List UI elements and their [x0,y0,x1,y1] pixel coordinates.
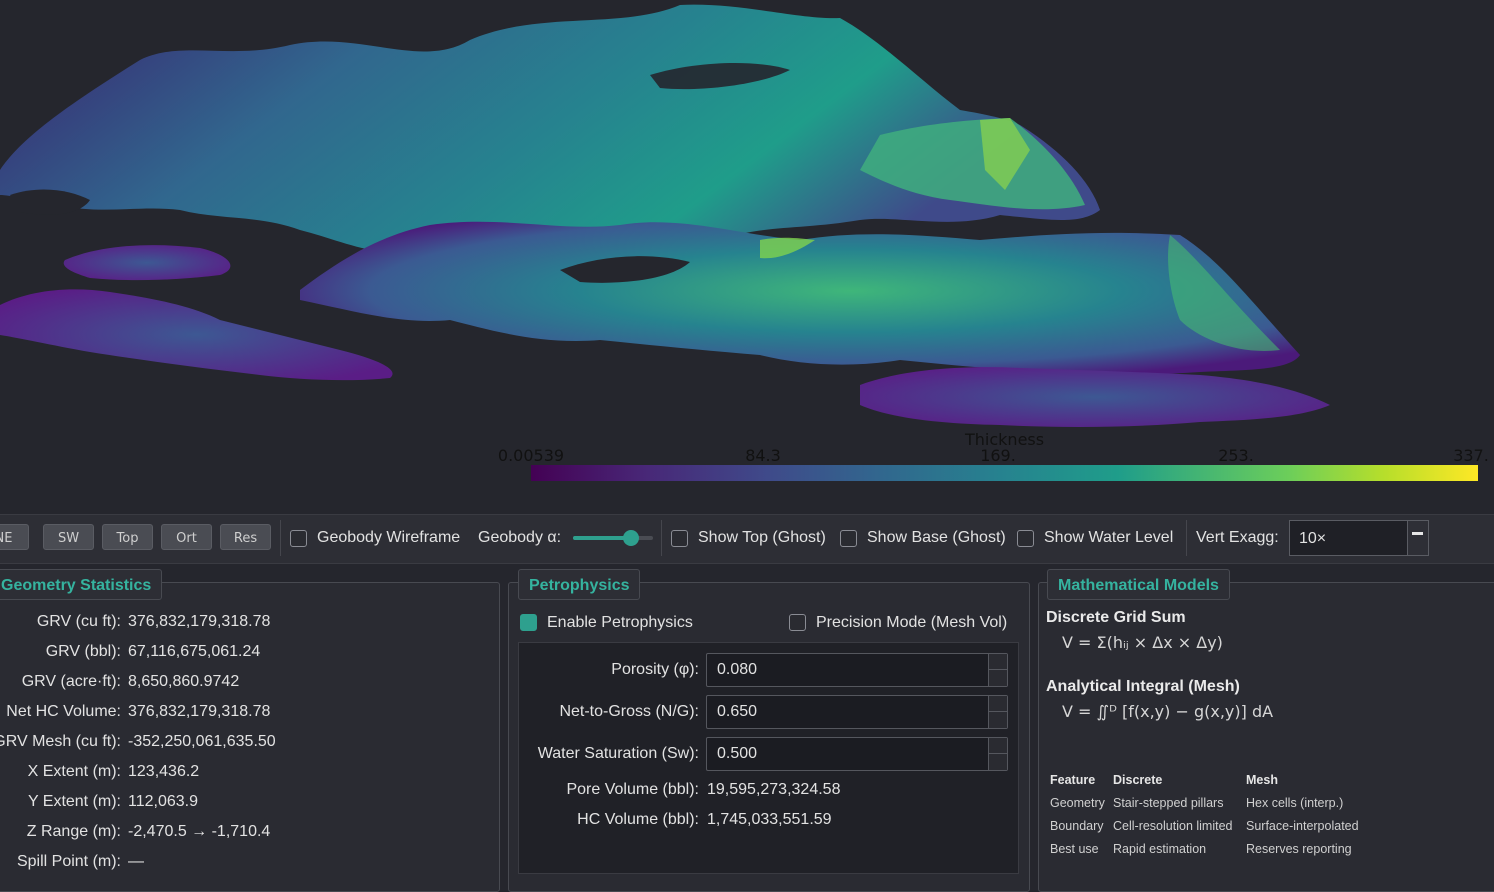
pore-volume-value: 19,595,273,324.58 [707,781,841,798]
net-to-gross-label: Net-to-Gross (N/G): [559,703,699,720]
hc-volume-value: 1,745,033,551.59 [707,811,832,828]
net-to-gross-input[interactable]: 0.650 [706,695,1008,729]
mathematical-models-title: Mathematical Models [1047,569,1230,600]
show-water-level-label: Show Water Level [1044,529,1174,546]
show-water-level-checkbox[interactable] [1017,530,1034,547]
view-ortho-button[interactable]: Ort [161,524,212,550]
geometry-stat-value: 376,832,179,318.78 [128,613,271,630]
porosity-stepper[interactable] [988,654,1007,686]
table-cell: Hex cells (interp.) [1246,796,1344,810]
geobody-alpha-label: Geobody α: [478,529,562,546]
hc-volume-label: HC Volume (bbl): [577,811,699,828]
vert-exagg-spinbox[interactable]: 10× [1289,520,1429,556]
table-header-cell: Mesh [1246,773,1278,787]
table-cell: Boundary [1050,819,1104,833]
table-cell: Stair-stepped pillars [1113,796,1224,810]
table-header-cell: Feature [1050,773,1096,787]
table-cell: Reserves reporting [1246,842,1352,856]
water-saturation-stepper[interactable] [988,738,1007,770]
analytical-integral-formula: V = ∬ᴰ [f(x,y) − g(x,y)] dA [1062,702,1274,721]
geobody-surface [0,4,1330,427]
net-to-gross-stepper[interactable] [988,696,1007,728]
geometry-stat-value: 376,832,179,318.78 [128,703,271,720]
colorbar-tick: 169. [980,446,1016,465]
precision-mode-label: Precision Mode (Mesh Vol) [816,614,1008,631]
geometry-statistics-title: Geometry Statistics [0,569,163,600]
geometry-stat-label: Z Range (m): [26,823,121,840]
table-cell: Cell-resolution limited [1113,819,1233,833]
enable-petrophysics-label: Enable Petrophysics [547,614,693,631]
geometry-stat-value: -352,250,061,635.50 [128,733,276,750]
geometry-stat-label: GRV (acre·ft): [21,673,121,690]
porosity-label: Porosity (φ): [611,661,699,678]
enable-petrophysics-checkbox[interactable] [520,614,537,631]
table-cell: Rapid estimation [1113,842,1207,856]
geometry-stat-value: — [128,853,144,870]
discrete-grid-sum-heading: Discrete Grid Sum [1046,609,1186,626]
pore-volume-label: Pore Volume (bbl): [566,781,699,798]
show-top-checkbox[interactable] [671,530,688,547]
geometry-stat-value: 123,436.2 [128,763,200,780]
geometry-stat-value: 67,116,675,061.24 [128,643,261,660]
toolbar-divider [280,520,281,556]
3d-viewport[interactable]: Thickness 0.00539 84.3 169. 253. 337. [0,0,1494,512]
water-saturation-label: Water Saturation (Sw): [537,745,699,762]
show-base-label: Show Base (Ghost) [867,529,1006,546]
toolbar-divider [661,520,662,556]
colorbar-tick: 253. [1218,446,1254,465]
colorbar-tick: 337. [1453,446,1489,465]
water-saturation-input[interactable]: 0.500 [706,737,1008,771]
geometry-stat-label: Net HC Volume: [6,703,121,720]
minus-icon [1412,532,1423,535]
analytical-integral-heading: Analytical Integral (Mesh) [1046,678,1240,695]
view-reset-button[interactable]: Res [220,524,271,550]
geometry-stat-label: GRV (cu ft): [36,613,121,630]
petrophysics-title: Petrophysics [518,569,641,600]
porosity-value: 0.080 [717,661,758,678]
table-cell: Geometry [1050,796,1105,810]
table-cell: Best use [1050,842,1099,856]
table-header-cell: Discrete [1113,773,1163,787]
geometry-stat-label: Spill Point (m): [16,853,121,870]
porosity-input[interactable]: 0.080 [706,653,1008,687]
vert-exagg-value: 10× [1299,530,1327,547]
view-ne-button[interactable]: NE [0,524,29,550]
vert-exagg-stepper[interactable] [1407,521,1428,555]
colorbar-tick: 84.3 [745,446,781,465]
geobody-alpha-slider-handle[interactable] [623,530,639,546]
show-base-checkbox[interactable] [840,530,857,547]
geometry-stat-label: GRV Mesh (cu ft): [0,733,121,750]
geometry-stat-value: -2,470.5 → -1,710.4 [128,823,271,840]
geobody-wireframe-label: Geobody Wireframe [317,529,461,546]
table-cell: Surface-interpolated [1246,819,1359,833]
net-to-gross-value: 0.650 [717,703,758,720]
vert-exagg-label: Vert Exagg: [1196,529,1279,546]
geobody-wireframe-checkbox[interactable] [290,530,307,547]
show-top-label: Show Top (Ghost) [698,529,826,546]
precision-mode-checkbox[interactable] [789,614,806,631]
geometry-stat-label: Y Extent (m): [27,793,121,810]
colorbar [531,465,1478,481]
toolbar-divider [1186,520,1187,556]
view-sw-button[interactable]: SW [43,524,94,550]
colorbar-tick: 0.00539 [497,446,565,465]
geometry-stat-label: GRV (bbl): [45,643,121,660]
view-top-button[interactable]: Top [102,524,153,550]
geometry-stat-value: 8,650,860.9742 [128,673,240,690]
discrete-grid-sum-formula: V = Σ(hᵢⱼ × Δx × Δy) [1062,633,1223,652]
geometry-stat-value: 112,063.9 [128,793,198,810]
geometry-stat-label: X Extent (m): [27,763,121,780]
water-saturation-value: 0.500 [717,745,758,762]
